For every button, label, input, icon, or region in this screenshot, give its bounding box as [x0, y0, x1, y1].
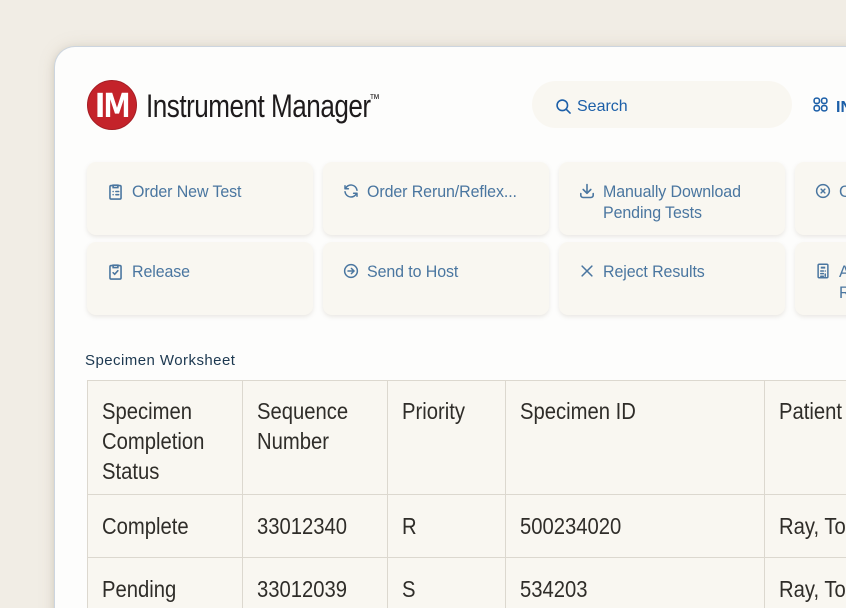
- svg-text:Instrument Manager: Instrument Manager: [146, 90, 371, 125]
- svg-text:™: ™: [369, 91, 380, 106]
